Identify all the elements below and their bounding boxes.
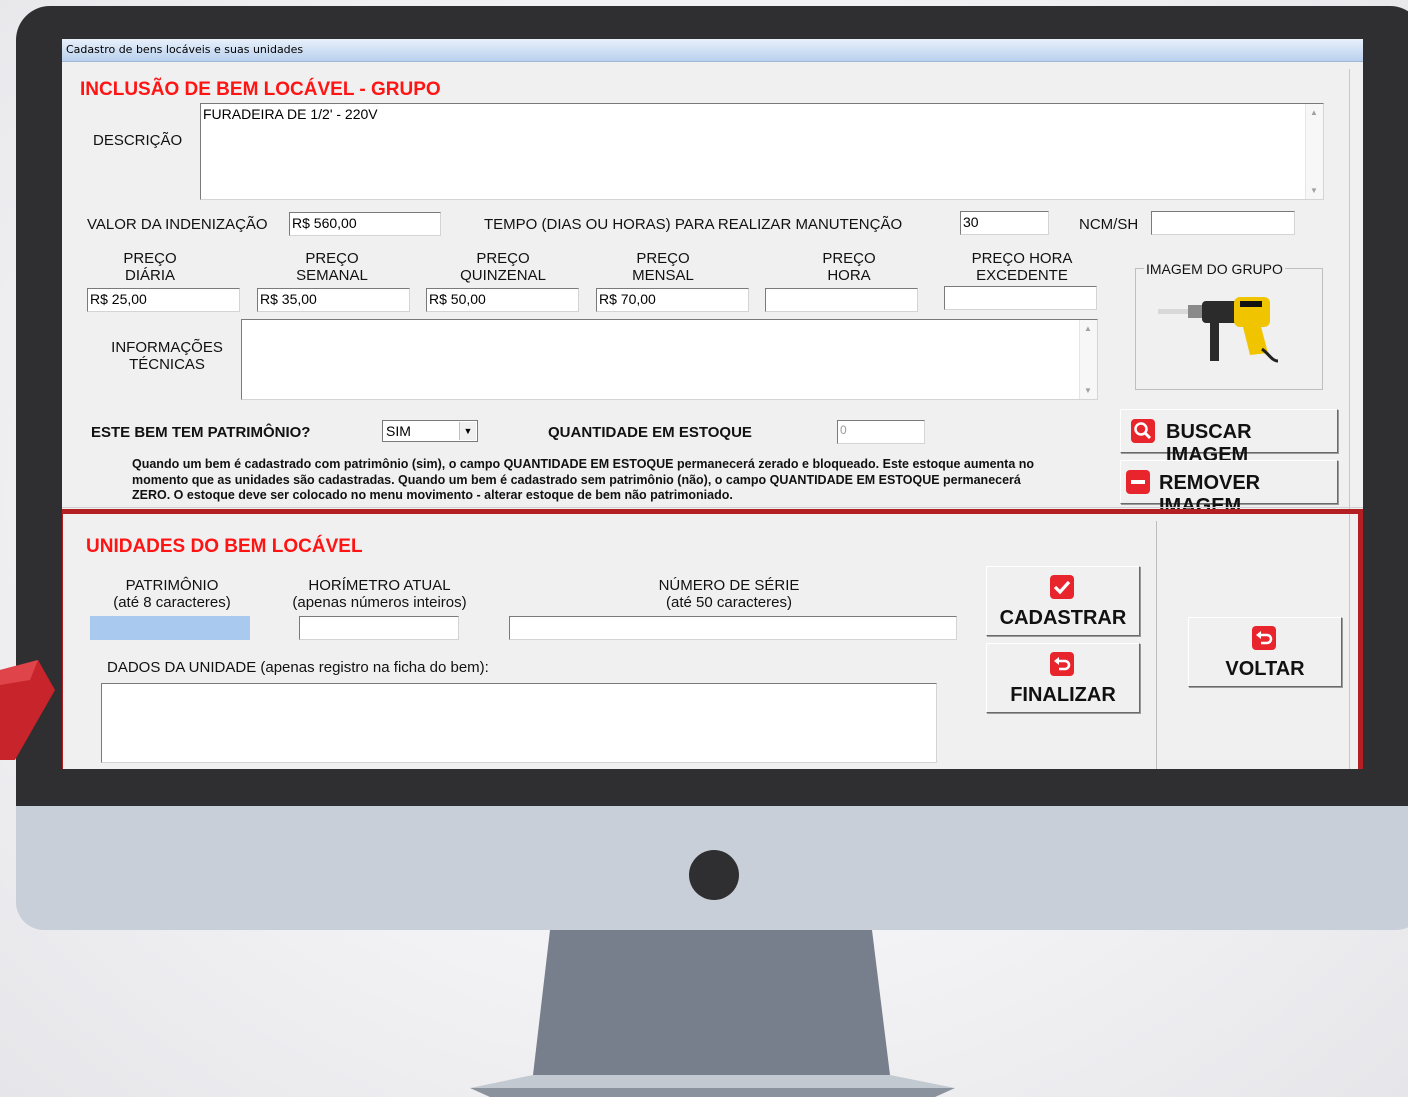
patrimonio-field[interactable] xyxy=(90,616,250,640)
window-titlebar: Cadastro de bens locáveis e suas unidade… xyxy=(62,39,1363,62)
units-section-heading: UNIDADES DO BEM LOCÁVEL xyxy=(86,536,363,557)
dados-unidade-field[interactable] xyxy=(101,683,937,763)
preco-hora-label: PREÇO HORA xyxy=(822,250,876,284)
valor-indenizacao-label: VALOR DA INDENIZAÇÃO xyxy=(87,216,268,233)
valor-indenizacao-field[interactable]: R$ 560,00 xyxy=(289,212,441,236)
units-vertical-divider xyxy=(1156,521,1157,769)
monitor-logo-dot xyxy=(689,850,739,900)
preco-diaria-field[interactable]: R$ 25,00 xyxy=(87,288,240,312)
check-icon xyxy=(1050,575,1074,599)
horimetro-field[interactable] xyxy=(299,616,459,640)
voltar-label: VOLTAR xyxy=(1225,658,1305,680)
preco-quinzenal-label: PREÇO QUINZENAL xyxy=(460,250,546,284)
return-icon xyxy=(1050,652,1074,676)
dados-unidade-label: DADOS DA UNIDADE (apenas registro na fic… xyxy=(107,659,489,676)
tempo-manutencao-label: TEMPO (DIAS OU HORAS) PARA REALIZAR MANU… xyxy=(484,216,903,233)
buscar-imagem-button[interactable]: BUSCAR IMAGEM xyxy=(1120,409,1338,466)
section-divider xyxy=(62,507,1363,508)
patrimonio-label: PATRIMÔNIO (até 8 caracteres) xyxy=(113,577,231,611)
finalizar-button[interactable]: FINALIZAR xyxy=(986,643,1140,713)
preco-mensal-label: PREÇO MENSAL xyxy=(632,250,694,284)
minus-icon xyxy=(1126,470,1150,494)
informacoes-tecnicas-field[interactable]: ▲ ▼ xyxy=(241,319,1098,400)
voltar-button[interactable]: VOLTAR xyxy=(1188,617,1342,687)
horimetro-label: HORÍMETRO ATUAL (apenas números inteiros) xyxy=(292,577,467,611)
window-title: Cadastro de bens locáveis e suas unidade… xyxy=(66,43,304,56)
preco-quinzenal-field[interactable]: R$ 50,00 xyxy=(426,288,579,312)
patrimonio-info-note: Quando um bem é cadastrado com patrimôni… xyxy=(132,457,1035,502)
patrimonio-question-label: ESTE BEM TEM PATRIMÔNIO? xyxy=(91,424,311,441)
descricao-label: DESCRIÇÃO xyxy=(93,132,183,149)
decorative-ribbon xyxy=(0,660,55,760)
preco-semanal-field[interactable]: R$ 35,00 xyxy=(257,288,410,312)
informacoes-tecnicas-scrollbar[interactable]: ▲ ▼ xyxy=(1079,320,1097,399)
return-icon xyxy=(1252,626,1276,650)
descricao-value: FURADEIRA DE 1/2' - 220V xyxy=(203,106,378,122)
imagem-grupo-label: IMAGEM DO GRUPO xyxy=(1144,261,1285,277)
numero-serie-field[interactable] xyxy=(509,616,957,640)
patrimonio-select-value: SIM xyxy=(386,423,411,439)
chevron-down-icon[interactable]: ▼ xyxy=(459,422,476,440)
ncm-sh-field[interactable] xyxy=(1151,211,1295,235)
informacoes-tecnicas-label: INFORMAÇÕES TÉCNICAS xyxy=(111,339,223,373)
preco-diaria-label: PREÇO DIÁRIA xyxy=(123,250,177,284)
quantidade-estoque-field[interactable]: 0 xyxy=(837,420,925,444)
cadastrar-label: CADASTRAR xyxy=(999,607,1127,629)
patrimonio-select[interactable]: SIM ▼ xyxy=(382,420,478,442)
numero-serie-label: NÚMERO DE SÉRIE (até 50 caracteres) xyxy=(658,577,800,611)
group-section-heading: INCLUSÃO DE BEM LOCÁVEL - GRUPO xyxy=(80,79,441,100)
monitor-stand xyxy=(470,930,955,1097)
drill-image xyxy=(1158,297,1279,363)
preco-hora-excedente-field[interactable] xyxy=(944,286,1097,310)
quantidade-estoque-label: QUANTIDADE EM ESTOQUE xyxy=(548,424,752,441)
preco-mensal-field[interactable]: R$ 70,00 xyxy=(596,288,749,312)
search-icon xyxy=(1131,419,1155,443)
ncm-sh-label: NCM/SH xyxy=(1079,216,1139,233)
cadastrar-button[interactable]: CADASTRAR xyxy=(986,566,1140,636)
imagem-grupo-box xyxy=(1135,268,1323,390)
finalizar-label: FINALIZAR xyxy=(1010,684,1116,706)
preco-hora-field[interactable] xyxy=(765,288,918,312)
remover-imagem-button[interactable]: REMOVER IMAGEM xyxy=(1120,460,1338,517)
tempo-manutencao-field[interactable]: 30 xyxy=(960,211,1049,235)
preco-hora-excedente-label: PREÇO HORA EXCEDENTE xyxy=(971,250,1073,284)
descricao-scrollbar[interactable]: ▲ ▼ xyxy=(1305,104,1323,199)
descricao-field[interactable]: FURADEIRA DE 1/2' - 220V ▲ ▼ xyxy=(200,103,1324,200)
preco-semanal-label: PREÇO SEMANAL xyxy=(296,250,368,284)
app-window: Cadastro de bens locáveis e suas unidade… xyxy=(62,39,1363,769)
